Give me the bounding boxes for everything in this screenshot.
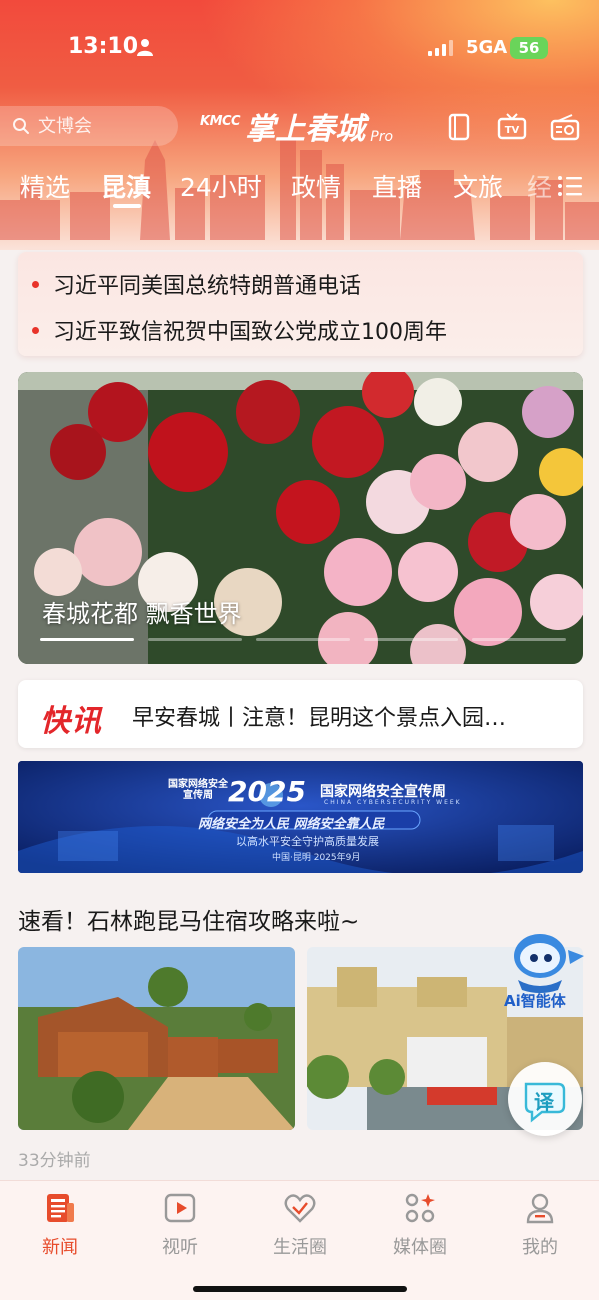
cyber-badge-line2: 宣传周 [183,790,213,801]
tabbar-item-video[interactable]: 视听 [135,1191,225,1259]
tabbar-item-media[interactable]: 媒体圈 [375,1191,465,1259]
cyber-tagline: 以高水平安全守护高质量发展 [236,835,379,848]
heart-icon [284,1194,316,1223]
bottom-tab-bar: 新闻 视听 生活圈 媒体圈 我的 [0,1180,599,1300]
tab-zhengqing[interactable]: 政情 [291,168,341,204]
tabbar-label-news: 新闻 [42,1237,78,1258]
cyber-year: 2025 [228,775,306,808]
search-icon [13,118,29,134]
cyber-badge-line1: 国家网络安全 [168,779,228,790]
channel-tabs: 精选 昆滇 24小时 政情 直播 文旅 经 [0,168,560,212]
flash-news-bar[interactable]: 快讯 早安春城丨注意！昆明这个景点入园… [18,680,583,748]
carousel-indicator [40,638,580,642]
tab-wenlv[interactable]: 文旅 [453,168,503,204]
cyber-title: 国家网络安全宣传周 [320,784,446,800]
article-title[interactable]: 速看！石林跑昆马住宿攻略来啦~ [18,902,359,936]
tabbar-item-life[interactable]: 生活圈 [255,1191,345,1259]
flash-news-logo: 快讯 [40,704,102,739]
user-icon [526,1193,554,1224]
cyber-subtitle: CHINA CYBERSECURITY WEEK [324,799,462,806]
carousel-dot [364,638,458,641]
tab-jing[interactable]: 经 [527,168,552,204]
tabbar-label-me: 我的 [522,1237,558,1258]
network-type: 5GA [466,37,508,58]
cyber-slogan: 网络安全为人民 网络安全靠人民 [198,817,385,832]
logo-suffix: Pro [370,129,394,145]
bullet-dot [32,281,39,288]
tabbar-item-news[interactable]: 新闻 [15,1191,105,1259]
logo-name: 掌上春城 [245,112,366,147]
top-headlines: 习近平同美国总统特朗普通电话 习近平致信祝贺中国致公党成立100周年 [18,252,583,356]
carousel-dot [40,638,134,641]
radio-icon[interactable] [550,112,580,142]
battery-indicator: 56 [510,37,548,59]
tablet-icon[interactable] [444,112,474,142]
search-input[interactable] [38,114,168,138]
cyber-date: 中国·昆明 2025年9月 [272,853,361,863]
article-photo-cabins[interactable] [18,947,295,1130]
headline-text: 习近平致信祝贺中国致公党成立100周年 [53,320,447,345]
play-icon [164,1193,196,1223]
status-bar: 13:10 5GA 56 [0,0,599,100]
tab-zhibo[interactable]: 直播 [372,168,422,204]
app-logo: KMCC 掌上春城 Pro [200,104,393,148]
logo-brand: KMCC [200,114,241,129]
ai-assistant-badge[interactable]: Ai智能体 [498,922,584,1010]
banner-caption: 春城花都 飘香世界 [42,600,242,628]
home-indicator [193,1286,407,1292]
signal-icon [428,40,453,56]
status-time: 13:10 [68,34,139,59]
svg-text:TV: TV [505,125,520,136]
translate-button[interactable]: 译 [508,1062,582,1136]
tab-kundian[interactable]: 昆滇 [101,168,151,204]
headline-item[interactable]: 习近平致信祝贺中国致公党成立100周年 [32,314,447,346]
bullet-dot [32,327,39,334]
person-icon [137,39,153,56]
article-time: 33分钟前 [18,1151,91,1171]
cabins-photo [18,947,295,1130]
tabbar-label-video: 视听 [162,1237,198,1258]
tab-24h[interactable]: 24小时 [180,168,262,204]
tv-icon[interactable]: TV [497,112,527,142]
headline-text: 习近平同美国总统特朗普通电话 [53,274,362,299]
cybersecurity-week-banner[interactable]: 国家网络安全 宣传周 2025 国家网络安全宣传周 CHINA CYBERSEC… [18,761,583,873]
carousel-dot [148,638,242,641]
headline-item[interactable]: 习近平同美国总统特朗普通电话 [32,268,361,300]
menu-icon[interactable] [557,175,583,197]
grid-icon [405,1193,435,1223]
search-bar[interactable] [0,106,178,146]
tabbar-label-media: 媒体圈 [393,1237,447,1258]
tabbar-label-life: 生活圈 [273,1237,327,1258]
flash-news-text: 早安春城丨注意！昆明这个景点入园… [132,706,507,731]
carousel-dot [472,638,566,641]
tab-jingxuan[interactable]: 精选 [20,168,70,204]
translate-label: 译 [534,1090,554,1114]
ai-badge-label: Ai智能体 [504,992,566,1010]
news-icon [47,1194,74,1222]
tabbar-item-me[interactable]: 我的 [495,1191,585,1259]
rose-banner-carousel[interactable]: 春城花都 飘香世界 [18,372,583,664]
carousel-dot [256,638,350,641]
active-tab-indicator [113,204,141,208]
cyber-badge: 国家网络安全 宣传周 [168,779,228,801]
